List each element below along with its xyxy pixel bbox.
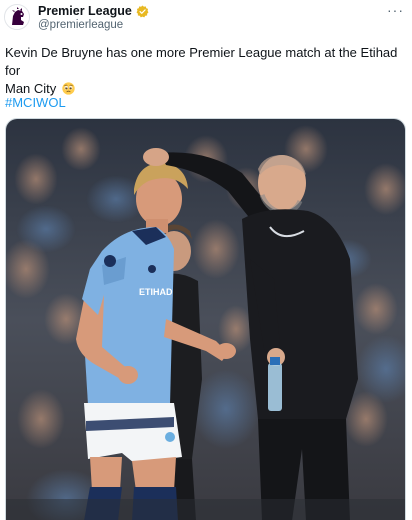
tweet-card: Premier League @premierleague ··· Kevin … [0,0,412,520]
name-row: Premier League [38,4,149,18]
tweet-photo[interactable]: ETIHAD [5,118,406,520]
premier-league-lion-icon [5,5,29,29]
hashtag-link[interactable]: #MCIWOL [5,95,66,110]
tweet-text: Kevin De Bruyne has one more Premier Lea… [5,44,405,98]
account-avatar[interactable] [4,4,30,30]
display-name[interactable]: Premier League [38,4,132,18]
pleading-face-emoji-icon [62,82,75,95]
jersey-sponsor-text: ETIHAD [139,287,173,297]
water-bottle [268,363,282,411]
verified-badge-icon [136,5,149,17]
photo-illustration: ETIHAD [6,119,405,520]
account-handle[interactable]: @premierleague [38,19,123,31]
tweet-text-line1: Kevin De Bruyne has one more Premier Lea… [5,45,398,78]
tweet-text-line2: Man City [5,81,57,96]
more-options-icon[interactable]: ··· [387,2,404,18]
